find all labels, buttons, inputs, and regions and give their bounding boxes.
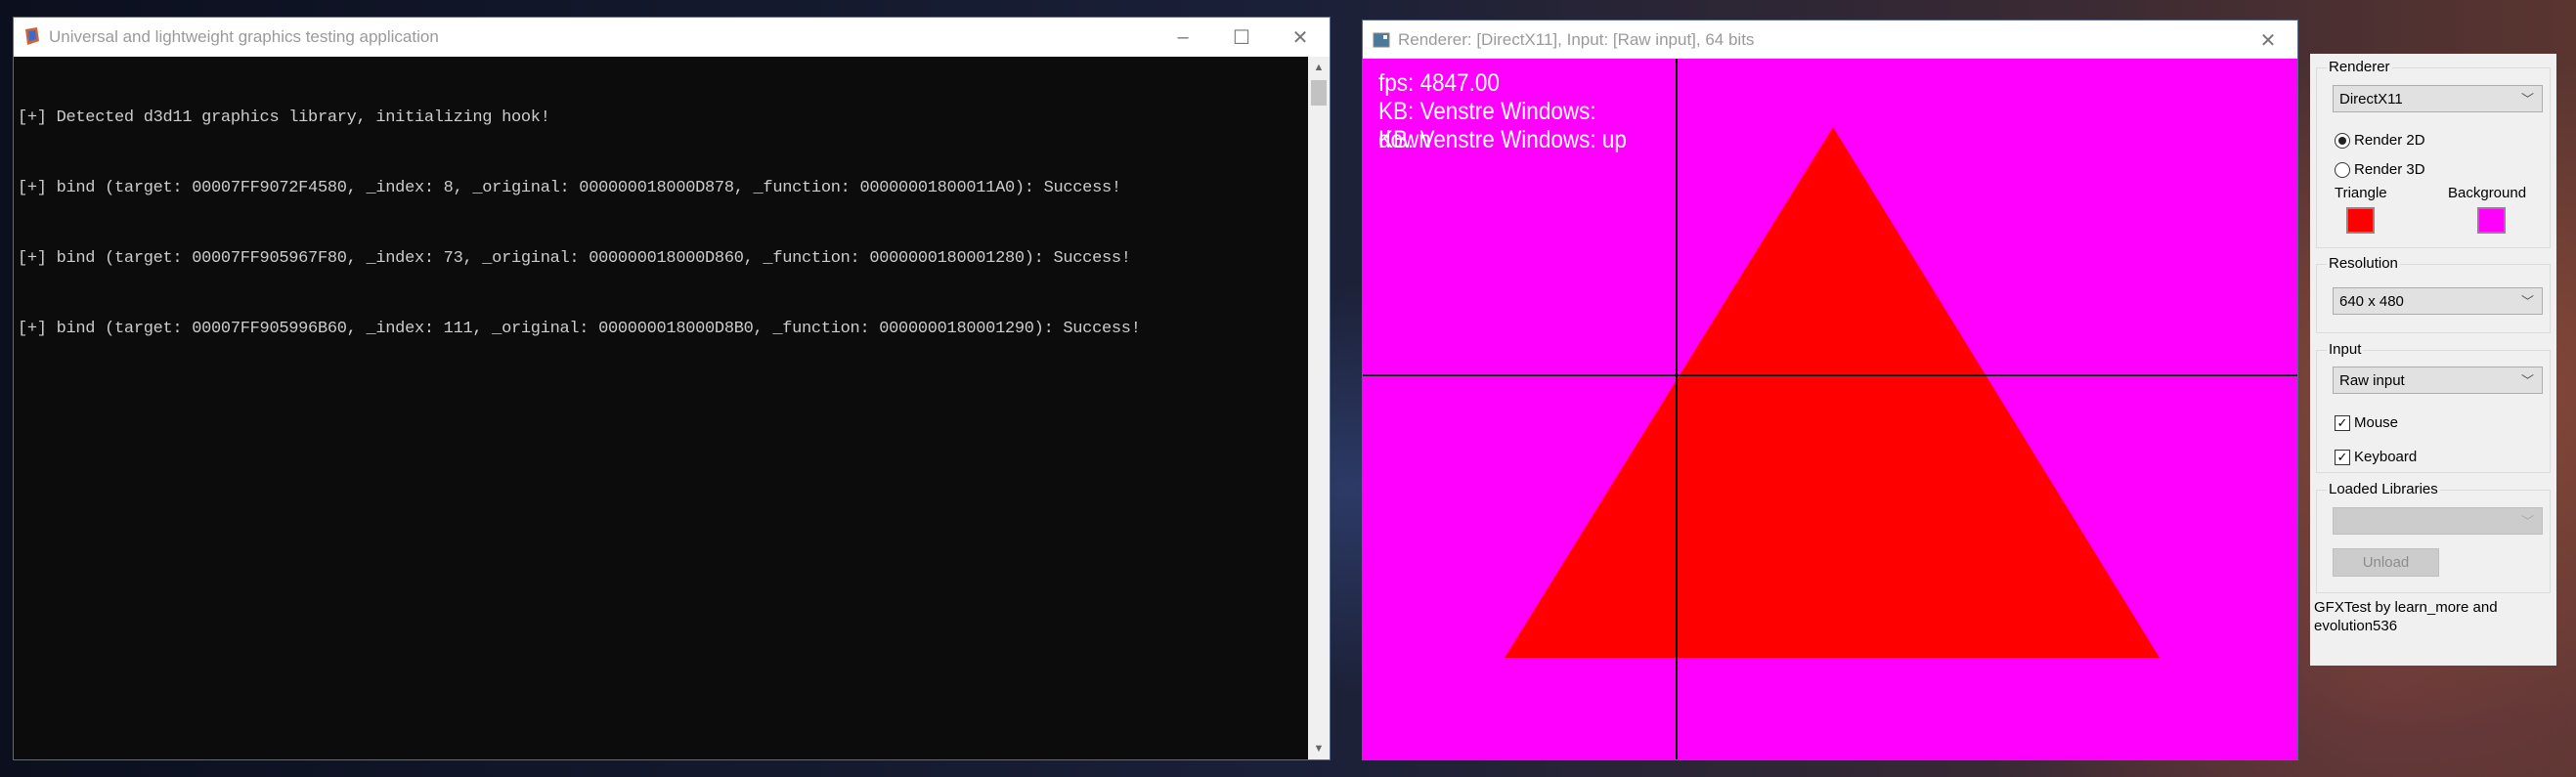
chevron-down-icon: ﹀ bbox=[2520, 294, 2534, 309]
checkbox-label: Mouse bbox=[2354, 414, 2399, 431]
renderer-title: Renderer: [DirectX11], Input: [Raw input… bbox=[1398, 30, 1755, 49]
select-value: DirectX11 bbox=[2339, 91, 2403, 108]
triangle-color-swatch[interactable] bbox=[2346, 207, 2375, 234]
app-icon bbox=[25, 27, 39, 45]
radio-icon bbox=[2335, 132, 2350, 149]
triangle-label: Triangle bbox=[2335, 185, 2387, 201]
control-panel: Renderer DirectX11 ﹀ Render 2D Render 3D … bbox=[2310, 54, 2556, 666]
credits-text: GFXTest by learn_more and evolution536 bbox=[2314, 599, 2498, 634]
libraries-select[interactable]: ﹀ bbox=[2333, 507, 2543, 535]
console-output: [+] Detected d3d11 graphics library, ini… bbox=[14, 57, 1330, 759]
render-canvas[interactable]: fps: 4847.00 KB: Venstre Windows: KB: Ve… bbox=[1363, 59, 2297, 759]
chevron-down-icon: ﹀ bbox=[2520, 373, 2534, 388]
input-select[interactable]: Raw input ﹀ bbox=[2333, 367, 2543, 394]
unload-button[interactable]: Unload bbox=[2333, 548, 2439, 577]
minimize-button[interactable]: – bbox=[1154, 18, 1212, 57]
resolution-select[interactable]: 640 x 480 ﹀ bbox=[2333, 287, 2543, 315]
select-value: 640 x 480 bbox=[2339, 293, 2404, 310]
renderer-window: Renderer: [DirectX11], Input: [Raw input… bbox=[1362, 20, 2298, 760]
radio-icon bbox=[2335, 161, 2350, 178]
console-title: Universal and lightweight graphics testi… bbox=[49, 27, 439, 46]
mouse-checkbox[interactable]: ✓ Mouse bbox=[2335, 414, 2398, 431]
chevron-down-icon: ﹀ bbox=[2520, 92, 2534, 107]
select-value: Raw input bbox=[2339, 372, 2405, 389]
background-color-swatch[interactable] bbox=[2477, 207, 2506, 234]
scene bbox=[1363, 59, 2297, 759]
renderer-titlebar[interactable]: Renderer: [DirectX11], Input: [Raw input… bbox=[1363, 21, 2297, 60]
render-3d-radio[interactable]: Render 3D bbox=[2335, 161, 2425, 178]
keyboard-checkbox[interactable]: ✓ Keyboard bbox=[2335, 449, 2417, 465]
keyboard-status-overlap: down bbox=[1378, 126, 1431, 153]
radio-label: Render 3D bbox=[2354, 161, 2425, 178]
checkbox-label: Keyboard bbox=[2354, 449, 2418, 465]
close-button[interactable]: ✕ bbox=[1271, 18, 1330, 57]
chevron-down-icon: ﹀ bbox=[2520, 514, 2534, 529]
triangle bbox=[1505, 127, 2160, 658]
radio-label: Render 2D bbox=[2354, 132, 2425, 149]
group-label: Renderer bbox=[2327, 59, 2392, 75]
group-label: Resolution bbox=[2327, 255, 2400, 272]
resolution-group: Resolution 640 x 480 ﹀ bbox=[2316, 255, 2551, 333]
console-line: [+] bind (target: 00007FF905967F80, _ind… bbox=[18, 249, 1131, 268]
console-line: [+] Detected d3d11 graphics library, ini… bbox=[18, 108, 550, 127]
maximize-button[interactable]: ☐ bbox=[1212, 18, 1271, 57]
scroll-up-icon[interactable]: ▲ bbox=[1308, 57, 1330, 78]
close-button[interactable]: ✕ bbox=[2239, 21, 2297, 60]
checkmark-icon: ✓ bbox=[2335, 449, 2350, 465]
console-line: [+] bind (target: 00007FF9072F4580, _ind… bbox=[18, 179, 1121, 197]
console-window: Universal and lightweight graphics testi… bbox=[13, 17, 1331, 760]
scroll-down-icon[interactable]: ▼ bbox=[1308, 738, 1330, 759]
scrollbar-thumb[interactable] bbox=[1311, 80, 1327, 106]
renderer-select[interactable]: DirectX11 ﹀ bbox=[2333, 85, 2543, 112]
vertical-scrollbar[interactable]: ▲ ▼ bbox=[1308, 57, 1330, 759]
console-titlebar[interactable]: Universal and lightweight graphics testi… bbox=[14, 18, 1330, 57]
window-icon bbox=[1373, 32, 1390, 48]
group-label: Input bbox=[2327, 341, 2364, 358]
background-label: Background bbox=[2448, 185, 2527, 201]
input-group: Input Raw input ﹀ ✓ Mouse ✓ Keyboard bbox=[2316, 341, 2551, 473]
render-2d-radio[interactable]: Render 2D bbox=[2335, 132, 2425, 149]
loaded-libraries-group: Loaded Libraries ﹀ Unload bbox=[2316, 481, 2551, 593]
renderer-group: Renderer DirectX11 ﹀ Render 2D Render 3D … bbox=[2316, 59, 2551, 248]
console-line: [+] bind (target: 00007FF905996B60, _ind… bbox=[18, 320, 1141, 338]
group-label: Loaded Libraries bbox=[2327, 481, 2440, 497]
checkmark-icon: ✓ bbox=[2335, 414, 2350, 431]
fps-text: fps: 4847.00 bbox=[1378, 69, 1500, 97]
keyboard-status-text: KB: Venstre Windows: bbox=[1378, 98, 1596, 125]
